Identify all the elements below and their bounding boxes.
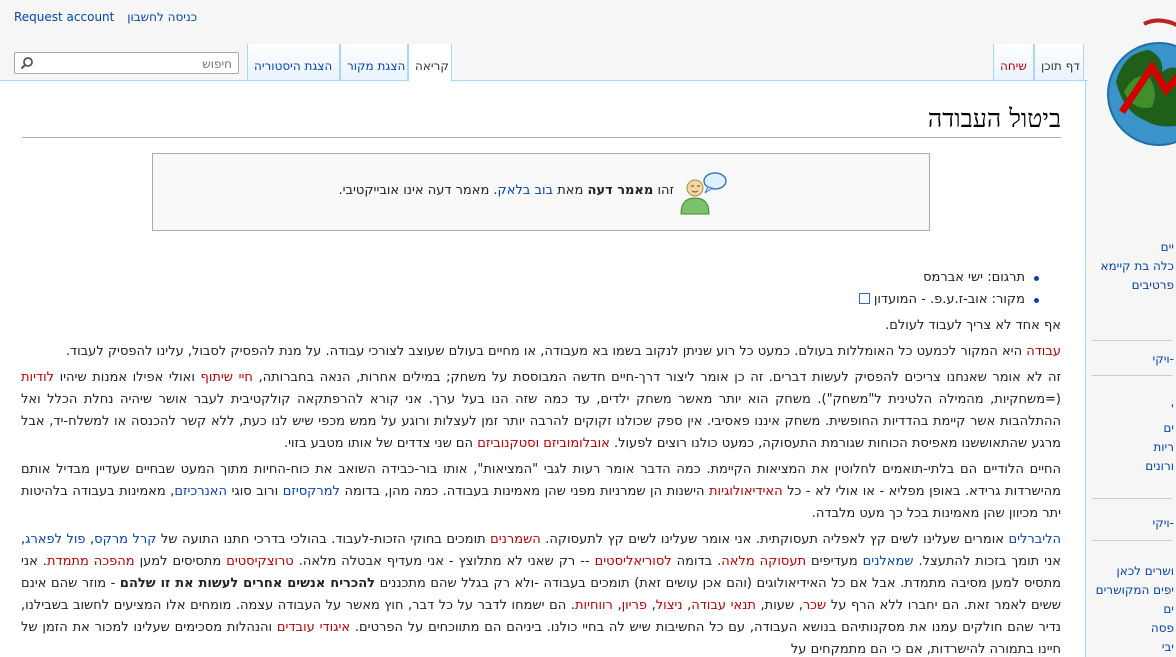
sidebar-item[interactable]: ושרים לכאן xyxy=(1117,564,1174,578)
text-run: הם שני צדדים של אותו מטבע בזוי. xyxy=(283,436,478,451)
text-run: -- רק שאני לא מתלוצץ - אני מעדיף אבטלה מ… xyxy=(293,554,595,569)
text-run: , xyxy=(682,598,692,613)
text-run: ורוב סוגי xyxy=(226,484,283,499)
sidebar-item[interactable]: יפים המקושרים xyxy=(1096,583,1174,597)
paragraph-3: החיים הלודיים הם בלתי-תואמים לחלוטין את … xyxy=(21,459,1061,525)
article-link[interactable]: תנאי עבודה xyxy=(691,598,756,613)
content-area: ביטול העבודה זהו מאמר דעה מאת בוב בלאק. … xyxy=(0,81,1086,657)
sidebar-item[interactable]: ' xyxy=(1171,402,1174,416)
text-run: , שעות, xyxy=(755,598,803,613)
text-run: זה לא אומר שאנחנו צריכים להפסיק לעשות דב… xyxy=(252,370,1061,385)
article-link[interactable]: למרקסיזם xyxy=(283,484,340,499)
sidebar-item[interactable]: ים xyxy=(1163,421,1174,435)
text-run: , xyxy=(647,598,656,613)
article-link[interactable]: פריון xyxy=(622,598,647,613)
page-title: ביטול העבודה xyxy=(22,101,1061,138)
tab-read-label: קריאה xyxy=(415,59,449,73)
sidebar-item[interactable]: כלה בת קיימא xyxy=(1100,259,1174,273)
tab-history-label: הצגת היסטוריה xyxy=(254,59,333,73)
article-link[interactable]: תעסוקה מלאה xyxy=(721,554,806,569)
tab-page-label: דף תוכן xyxy=(1041,59,1080,73)
article-link[interactable]: מהפכה מתמדת xyxy=(47,554,135,569)
sidebar-item[interactable]: -ויקי xyxy=(1153,352,1174,366)
article-link[interactable]: האידיאולוגיות xyxy=(709,484,783,499)
notice-prefix: זהו xyxy=(657,183,674,198)
tab-history[interactable]: הצגת היסטוריה xyxy=(247,44,340,80)
article-link[interactable]: רווחיות xyxy=(575,598,613,613)
text-run: , xyxy=(612,598,622,613)
paragraph-4: הליברלים אומרים שעלינו לשים קץ לאפליה תע… xyxy=(21,529,1061,657)
sidebar-item[interactable]: יבי xyxy=(1162,640,1174,654)
meta-list: תרגום: ישי אברמס מקור: אוב-ז.ע.פ. - המוע… xyxy=(21,267,1039,311)
source-text: מקור: אוב-ז.ע.פ. - המועדון xyxy=(873,292,1025,307)
sidebar-divider xyxy=(1092,375,1172,376)
paragraph-2: זה לא אומר שאנחנו צריכים להפסיק לעשות דב… xyxy=(21,367,1061,455)
opinion-notice-box: זהו מאמר דעה מאת בוב בלאק. מאמר דעה אינו… xyxy=(152,153,930,231)
text-run: . בדומה xyxy=(671,554,722,569)
site-logo[interactable] xyxy=(1104,12,1176,152)
article-link[interactable]: איגודי עובדים xyxy=(277,620,350,635)
article-link[interactable]: לסוריאליסטים xyxy=(595,554,672,569)
sidebar-item[interactable]: ורונים xyxy=(1145,459,1174,473)
request-account-link[interactable]: Request account xyxy=(14,10,114,24)
sidebar-item[interactable]: פרטיבים xyxy=(1132,278,1174,292)
sidebar-item[interactable]: -ויקי xyxy=(1153,516,1174,530)
sidebar-panel: יים כלה בת קיימא פרטיבים -ויקי ' ים ריות… xyxy=(1088,230,1176,657)
search-icon[interactable] xyxy=(20,56,34,70)
tab-view-source[interactable]: הצגת מקור xyxy=(340,44,408,80)
translation-credit: תרגום: ישי אברמס xyxy=(21,267,1039,289)
text-run: , xyxy=(85,532,95,547)
article-link[interactable]: שמאלנים xyxy=(863,554,914,569)
article-body: תרגום: ישי אברמס מקור: אוב-ז.ע.פ. - המוע… xyxy=(21,267,1061,657)
article-link[interactable]: אובלומוביזם וסטקנוביזם xyxy=(477,436,610,451)
tab-view-source-label: הצגת מקור xyxy=(347,59,406,73)
sidebar-item[interactable]: יים xyxy=(1161,240,1174,254)
notice-bold: מאמר דעה xyxy=(587,183,654,198)
text-run: מעדיפים xyxy=(806,554,863,569)
tab-read[interactable]: קריאה xyxy=(408,44,452,81)
external-link-icon[interactable] xyxy=(858,293,870,304)
article-link[interactable]: השמרנים xyxy=(490,532,541,547)
tab-page[interactable]: דף תוכן xyxy=(1034,44,1084,80)
sidebar-item[interactable]: ים xyxy=(1163,602,1174,616)
article-link[interactable]: עבודה xyxy=(1026,344,1061,359)
text-run: ואולי אפילו אמנות שיהיו xyxy=(54,370,201,385)
search-box xyxy=(14,52,239,74)
sidebar-item[interactable]: פסה xyxy=(1151,621,1174,635)
text-run: היא המקור לכמעט כל האומללות בעולם. כמעט … xyxy=(65,344,1027,359)
personal-tools: Request account כניסה לחשבון xyxy=(14,10,206,24)
paragraph-0: אף אחד לא צריך לעבוד לעולם. xyxy=(885,318,1061,333)
notice-suffix: . מאמר דעה אינו אובייקטיבי. xyxy=(338,183,498,198)
sidebar-divider xyxy=(1092,498,1172,499)
text-run: תומכים בחוקי הזכות-לעבוד. בהולכי בדרכי ח… xyxy=(156,532,491,547)
article-link[interactable]: האנרכיזם xyxy=(174,484,227,499)
article-link[interactable]: חיי שיתוף xyxy=(201,370,253,385)
tab-talk[interactable]: שיחה xyxy=(993,44,1034,80)
article-link[interactable]: לודיות xyxy=(21,370,54,385)
tab-talk-label: שיחה xyxy=(1000,59,1027,73)
article-link[interactable]: ניצול xyxy=(656,598,683,613)
notice-mid: מאת xyxy=(557,183,584,198)
search-input[interactable] xyxy=(50,55,234,73)
login-link[interactable]: כניסה לחשבון xyxy=(127,10,197,24)
opinion-person-icon xyxy=(680,172,727,215)
text-run: הישנות הן שמרניות מפני שהן מאמינות בעבוד… xyxy=(339,484,709,499)
article-link[interactable]: טרוצקיסטים xyxy=(226,554,294,569)
article-link[interactable]: שכר xyxy=(803,598,826,613)
article-link[interactable]: הליברלים xyxy=(1008,532,1061,547)
text-run: אומרים שעלינו לשים קץ לאפליה תעסוקתית. א… xyxy=(540,532,1009,547)
sidebar-divider xyxy=(1092,540,1172,541)
opinion-notice-text: זהו מאמר דעה מאת בוב בלאק. מאמר דעה אינו… xyxy=(338,183,674,198)
source-credit: מקור: אוב-ז.ע.פ. - המועדון xyxy=(21,289,1039,311)
article-link[interactable]: פול לפארג xyxy=(25,532,85,547)
translation-text: תרגום: ישי אברמס xyxy=(923,270,1025,285)
article-link[interactable]: קרל מרקס xyxy=(94,532,156,547)
sidebar-item[interactable]: ריות xyxy=(1153,440,1174,454)
text-run: להכריח אנשים אחרים לעשות את זו שלהם xyxy=(119,576,376,591)
sidebar-divider xyxy=(1092,340,1172,341)
text-run: מתסיסים למען xyxy=(134,554,227,569)
paragraph-1: עבודה היא המקור לכמעט כל האומללות בעולם.… xyxy=(21,341,1061,363)
author-link[interactable]: בוב בלאק xyxy=(498,183,554,198)
